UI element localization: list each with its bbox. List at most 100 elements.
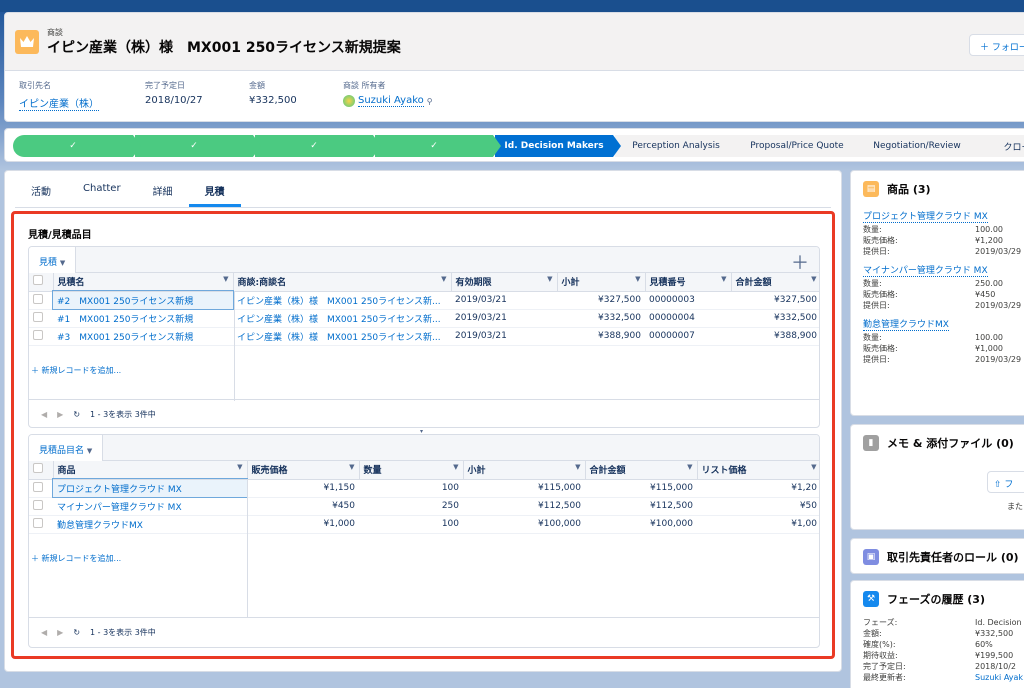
opportunity-link[interactable]: イピン産業（株）様 MX001 250ライセンス新... [233, 327, 451, 346]
product-link[interactable]: プロジェクト管理クラウド MX [52, 478, 248, 498]
avatar [343, 95, 355, 107]
highlight-fields: 取引先名 イピン産業（株） 完了予定日 2018/10/27 金額 ¥332,5… [5, 71, 1024, 121]
change-owner-icon[interactable]: ⚲ [427, 97, 433, 106]
next-icon[interactable]: ▶ [57, 410, 63, 419]
product-name-link[interactable]: プロジェクト管理クラウド MX [863, 212, 988, 223]
price-cell: ¥1,000 [247, 515, 359, 534]
upload-button[interactable]: ⇧ フ [987, 471, 1024, 493]
pager-label: 1 - 3を表示 3件中 [90, 410, 156, 419]
refresh-icon[interactable]: ↻ [73, 628, 80, 637]
path-stage[interactable]: Id. Decision Makers [495, 135, 621, 157]
row-checkbox[interactable] [29, 479, 53, 498]
add-record-link[interactable]: ＋ 新規レコードを追加... [31, 365, 121, 376]
quotes-view-selector[interactable]: 見積 ▼ [29, 247, 77, 273]
column-header[interactable]: 小計 ▼ [463, 461, 586, 480]
prev-icon[interactable]: ◀ [41, 410, 47, 419]
product-link[interactable]: 勤怠管理クラウドMX [53, 515, 247, 534]
path-stage[interactable]: Perception Analysis [615, 135, 745, 157]
owner-value: Suzuki Ayako ⚲ [343, 95, 433, 107]
account-link[interactable]: イピン産業（株） [19, 95, 99, 111]
path-stage[interactable]: Proposal/Price Quote [737, 135, 865, 157]
owner-link[interactable]: Suzuki Ayako [358, 95, 424, 107]
notes-title[interactable]: メモ & 添付ファイル (0) [887, 435, 1014, 451]
path-stage[interactable]: ✓ [255, 135, 381, 157]
total-cell: ¥332,500 [731, 309, 819, 328]
column-header[interactable]: 販売価格 ▼ [247, 461, 360, 480]
quotes-table: 見積名 ▼ 商談:商談名 ▼ 有効期限 ▼ 小計 ▼ 見積番号 ▼ 合計金額 ▼ #2 MX… [29, 273, 819, 346]
column-header[interactable]: 小計 ▼ [557, 273, 646, 292]
quote-name-link[interactable]: #3 MX001 250ライセンス新規 [53, 327, 233, 346]
column-header[interactable]: 合計金額 ▼ [585, 461, 698, 480]
field-label: 金額: [863, 629, 882, 638]
view-label: 見積 [39, 258, 58, 268]
card-title: ▮ メモ & 添付ファイル (0) [863, 435, 1014, 451]
field-value[interactable]: Suzuki Ayak [975, 672, 1023, 683]
price-cell: ¥450 [247, 497, 359, 516]
refresh-icon[interactable]: ↻ [73, 410, 80, 419]
path-stage[interactable]: Negotiation/Review [857, 135, 985, 157]
opportunity-link[interactable]: イピン産業（株）様 MX001 250ライセンス新... [233, 309, 451, 328]
history-title[interactable]: フェーズの履歴 (3) [887, 591, 985, 607]
frozen-divider [247, 479, 248, 617]
next-icon[interactable]: ▶ [57, 628, 63, 637]
field-label: フェーズ: [863, 618, 898, 627]
record-header-top: 商談 イピン産業（株）様 MX001 250ライセンス新規提案 ＋ フォロー [5, 13, 1024, 71]
table-row[interactable]: マイナンパー管理クラウド MX ¥450 250 ¥112,500 ¥112,500 ¥5… [29, 497, 819, 516]
row-checkbox[interactable] [29, 515, 53, 534]
prev-icon[interactable]: ◀ [41, 628, 47, 637]
column-header[interactable]: 合計金額 ▼ [731, 273, 819, 292]
column-header[interactable]: 数量 ▼ [359, 461, 464, 480]
path-stage[interactable]: ✓ [375, 135, 501, 157]
column-header[interactable]: 有効期限 ▼ [451, 273, 558, 292]
field-label: 金額 [249, 81, 265, 90]
field-label: 商談 所有者 [343, 81, 386, 90]
quote-lines-view-selector[interactable]: 見積品目名 ▼ [29, 435, 104, 461]
row-checkbox[interactable] [29, 327, 53, 346]
table-row[interactable]: プロジェクト管理クラウド MX ¥1,150 100 ¥115,000 ¥115,000… [29, 478, 819, 498]
subtotal-cell: ¥100,000 [463, 515, 585, 534]
select-all-checkbox[interactable] [29, 461, 54, 480]
select-all-checkbox[interactable] [29, 273, 54, 292]
table-row[interactable]: #2 MX001 250ライセンス新規 イピン産業（株）様 MX001 250ライ… [29, 290, 819, 310]
field-close-date: 完了予定日 2018/10/27 [145, 80, 203, 106]
add-icon[interactable]: ＋ [791, 249, 809, 275]
path-stage[interactable]: ✓ [13, 135, 141, 157]
table-row[interactable]: #3 MX001 250ライセンス新規 イピン産業（株）様 MX001 250ライ… [29, 327, 819, 346]
row-checkbox[interactable] [29, 497, 53, 516]
product-name-link[interactable]: マイナンパー管理クラウド MX [863, 266, 988, 277]
divider [29, 617, 819, 618]
row-checkbox[interactable] [29, 309, 53, 328]
product-name-link[interactable]: 勤怠管理クラウドMX [863, 320, 949, 331]
pager: ◀ ▶ ↻ 1 - 3を表示 3件中 [41, 409, 156, 420]
main-panel: 活動 Chatter 詳細 見積 見積/見積品目 見積 ▼ ＋ 見積名 ▼ 商談:… [4, 170, 842, 672]
quote-name-link[interactable]: #1 MX001 250ライセンス新規 [53, 309, 233, 328]
field-owner: 商談 所有者 Suzuki Ayako ⚲ [343, 80, 433, 107]
column-header[interactable]: 見積番号 ▼ [645, 273, 732, 292]
table-row[interactable]: #1 MX001 250ライセンス新規 イピン産業（株）様 MX001 250ライ… [29, 309, 819, 328]
table-row[interactable]: 勤怠管理クラウドMX ¥1,000 100 ¥100,000 ¥100,000 ¥1,00 [29, 515, 819, 534]
tab-details[interactable]: 詳細 [137, 177, 189, 207]
column-header[interactable]: 商談:商談名 ▼ [233, 273, 452, 292]
tab-chatter[interactable]: Chatter [67, 177, 137, 207]
products-title[interactable]: 商品 (3) [887, 181, 931, 197]
expiry-cell: 2019/03/21 [451, 309, 557, 328]
roles-title[interactable]: 取引先責任者のロール (0) [887, 549, 1019, 565]
column-header[interactable]: 見積名 ▼ [53, 273, 234, 292]
follow-button[interactable]: ＋ フォロー [969, 34, 1024, 56]
tab-activity[interactable]: 活動 [15, 177, 67, 207]
column-header[interactable]: リスト価格 ▼ [697, 461, 819, 480]
path-stage[interactable]: ✓ [135, 135, 261, 157]
quote-lines-table: 商品 ▼ 販売価格 ▼ 数量 ▼ 小計 ▼ 合計金額 ▼ リスト価格 ▼ プロジェクト管理ク… [29, 461, 819, 534]
list-price-cell: ¥1,20 [697, 479, 819, 498]
tab-quotes[interactable]: 見積 [188, 177, 241, 207]
opportunity-link[interactable]: イピン産業（株）様 MX001 250ライセンス新... [233, 291, 451, 310]
field-label: 期待収益: [863, 651, 898, 660]
field-label: 数量: [863, 225, 882, 234]
row-checkbox[interactable] [29, 291, 53, 310]
add-record-link[interactable]: ＋ 新規レコードを追加... [31, 553, 121, 564]
quote-name-link[interactable]: #2 MX001 250ライセンス新規 [52, 290, 234, 310]
frozen-divider [234, 291, 235, 401]
history-field: 最終更新者: Suzuki Ayak [863, 672, 1023, 683]
column-header[interactable]: 商品 ▼ [53, 461, 248, 480]
product-link[interactable]: マイナンパー管理クラウド MX [53, 497, 247, 516]
